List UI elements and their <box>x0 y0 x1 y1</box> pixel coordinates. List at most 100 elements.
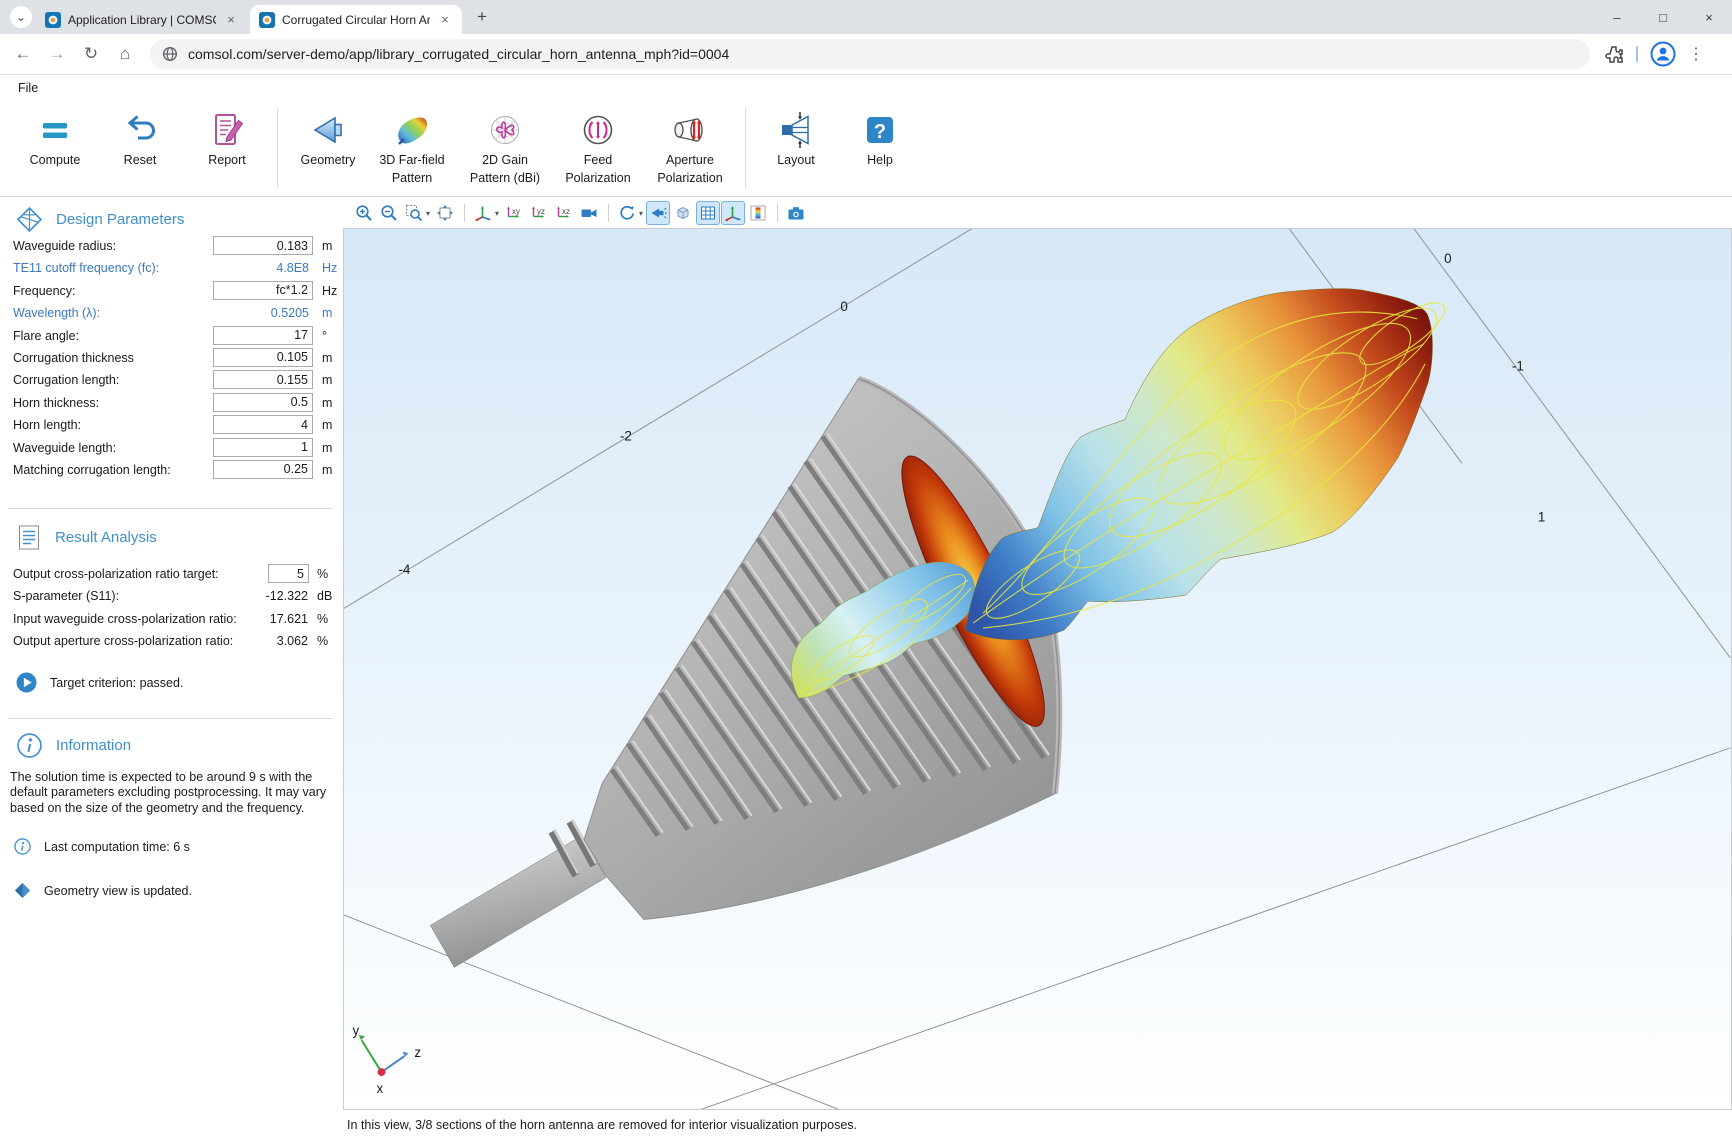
rotate-view-dropdown-icon[interactable]: ▾ <box>639 209 643 218</box>
camera-view-button[interactable] <box>577 201 601 225</box>
url-bar[interactable]: comsol.com/server-demo/app/library_corru… <box>150 39 1590 69</box>
unit-label: m <box>322 239 332 253</box>
waveguide-radius-label: Waveguide radius: <box>13 239 116 253</box>
waveguide-length-label: Waveguide length: <box>13 441 116 455</box>
default-view-button[interactable] <box>471 201 495 225</box>
waveguide-length-input[interactable] <box>213 438 313 457</box>
browser-tab-strip: ⌄ Application Library | COMSOL S × Corru… <box>0 0 1732 34</box>
reload-button[interactable]: ↻ <box>76 39 106 69</box>
transparency-toggle[interactable] <box>671 201 695 225</box>
gain-label-2: Pattern (dBi) <box>470 171 540 186</box>
back-button[interactable]: ← <box>8 39 38 69</box>
zoom-box-dropdown-icon[interactable]: ▾ <box>426 209 430 218</box>
help-button[interactable]: ? Help <box>834 106 926 168</box>
matching-corrugation-length-input[interactable] <box>213 460 313 479</box>
tab-application-library[interactable]: Application Library | COMSOL S × <box>36 5 248 34</box>
tab-corrugated-horn[interactable]: Corrugated Circular Horn Anten × <box>250 5 462 34</box>
zoom-box-button[interactable] <box>402 201 426 225</box>
triad-z-label: z <box>414 1045 421 1060</box>
play-status-icon <box>16 672 37 693</box>
yz-label: yz <box>537 207 545 216</box>
window-minimize-button[interactable]: – <box>1594 0 1640 34</box>
layout-button[interactable]: Layout <box>750 106 842 168</box>
s-parameter-value: -12.322 <box>208 589 308 603</box>
info-small-icon <box>14 838 31 855</box>
color-legend-toggle[interactable] <box>746 201 770 225</box>
rotate-view-button[interactable] <box>615 201 639 225</box>
unit-label: m <box>322 441 332 455</box>
crosspol-target-input[interactable] <box>268 564 309 583</box>
geometry-label: Geometry <box>301 153 356 168</box>
horn-thickness-input[interactable] <box>213 393 313 412</box>
aperture-polarization-button[interactable]: Aperture Polarization <box>644 106 736 187</box>
zoom-in-button[interactable] <box>352 201 376 225</box>
geometry-horn-icon <box>308 110 348 150</box>
waveguide-radius-input[interactable] <box>213 236 313 255</box>
default-view-dropdown-icon[interactable]: ▾ <box>495 209 499 218</box>
corrugation-thickness-input[interactable] <box>213 348 313 367</box>
horn-length-label: Horn length: <box>13 418 81 432</box>
go-to-xy-view-button[interactable]: xy <box>502 201 526 225</box>
report-button[interactable]: Report <box>181 106 273 168</box>
corrugation-thickness-label: Corrugation thickness <box>13 351 134 365</box>
reset-button[interactable]: Reset <box>94 106 186 168</box>
corrugation-length-input[interactable] <box>213 370 313 389</box>
input-crosspol-label: Input waveguide cross-polarization ratio… <box>13 612 237 626</box>
design-parameters-header: Design Parameters <box>16 206 184 233</box>
report-label: Report <box>208 153 246 168</box>
window-maximize-button[interactable]: □ <box>1640 0 1686 34</box>
browser-menu-icon[interactable]: ⋮ <box>1688 44 1704 64</box>
file-menu[interactable]: File <box>13 79 43 97</box>
feed-label-1: Feed <box>584 153 613 168</box>
unit-label: m <box>322 373 332 387</box>
zoom-extents-button[interactable] <box>433 201 457 225</box>
site-info-globe-icon[interactable] <box>162 46 178 62</box>
horn-length-input[interactable] <box>213 415 313 434</box>
close-tab-icon[interactable]: × <box>437 12 453 27</box>
grid-toggle[interactable] <box>696 201 720 225</box>
corrugation-length-label: Corrugation length: <box>13 373 119 387</box>
close-tab-icon[interactable]: × <box>223 12 239 27</box>
toolbar-separator <box>777 204 778 222</box>
layout-label: Layout <box>777 153 815 168</box>
triad-y-label: y <box>353 1023 360 1038</box>
target-criterion-text: Target criterion: passed. <box>50 676 183 690</box>
flare-angle-label: Flare angle: <box>13 329 79 343</box>
snapshot-button[interactable] <box>784 201 808 225</box>
tick-label: -4 <box>398 562 410 577</box>
xz-label: xz <box>562 207 570 216</box>
zoom-out-button[interactable] <box>377 201 401 225</box>
2d-gain-polar-icon <box>485 110 525 150</box>
last-computation-text: Last computation time: 6 s <box>44 840 190 854</box>
triad-x-label: x <box>377 1081 384 1096</box>
forward-button[interactable]: → <box>42 39 72 69</box>
aperture-polarization-icon <box>670 110 710 150</box>
frequency-input[interactable] <box>213 281 313 300</box>
tab-title: Corrugated Circular Horn Anten <box>282 13 430 27</box>
frequency-label: Frequency: <box>13 284 76 298</box>
3d-graphics-view[interactable]: 0 -2 -4 0 -1 1 <box>343 228 1732 1110</box>
compute-button[interactable]: Compute <box>9 106 101 168</box>
go-to-xz-view-button[interactable]: xz <box>552 201 576 225</box>
tab-search-chevron-icon[interactable]: ⌄ <box>10 6 32 28</box>
geometry-button[interactable]: Geometry <box>282 106 374 168</box>
home-button[interactable]: ⌂ <box>110 39 140 69</box>
window-close-button[interactable]: × <box>1686 0 1732 34</box>
profile-avatar-icon[interactable] <box>1650 41 1676 67</box>
toolbar-separator <box>608 204 609 222</box>
3d-farfield-pattern-button[interactable]: 3D Far-field Pattern <box>366 106 458 187</box>
2d-gain-pattern-button[interactable]: 2D Gain Pattern (dBi) <box>459 106 551 187</box>
extensions-puzzle-icon[interactable] <box>1604 44 1624 64</box>
aperture-label-2: Polarization <box>657 171 722 186</box>
3d-farfield-blob-icon <box>392 110 432 150</box>
geometry-diamond-icon <box>14 882 31 899</box>
geometry-updated-status: Geometry view is updated. <box>14 882 192 899</box>
flare-angle-input[interactable] <box>213 326 313 345</box>
show-axes-toggle[interactable] <box>721 201 745 225</box>
go-to-yz-view-button[interactable]: yz <box>527 201 551 225</box>
ribbon-separator <box>277 108 278 188</box>
new-tab-button[interactable]: + <box>470 6 494 30</box>
scene-light-toggle[interactable] <box>646 201 670 225</box>
ribbon-separator <box>745 108 746 188</box>
feed-polarization-button[interactable]: Feed Polarization <box>552 106 644 187</box>
